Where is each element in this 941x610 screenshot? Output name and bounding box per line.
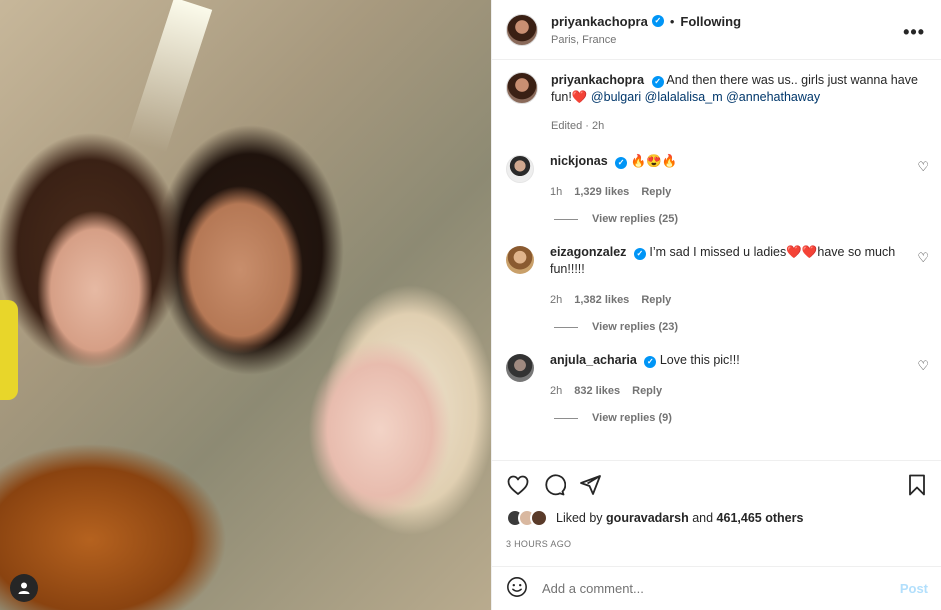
caption-edited-time: Edited · 2h [551, 120, 605, 132]
view-replies-button[interactable]: View replies (9) [492, 412, 941, 424]
comment-likes[interactable]: 1,382 likes [574, 292, 629, 309]
view-replies-button[interactable]: View replies (23) [492, 321, 941, 333]
like-comment-heart-icon[interactable]: ♡ [917, 250, 929, 266]
divider-line [554, 326, 578, 328]
caption-author-avatar[interactable] [506, 72, 538, 104]
mention-link[interactable]: @bulgari [591, 90, 641, 104]
verified-badge-icon: ✓ [644, 356, 657, 368]
post-sidebar: priyankachopra ✓ • Following Paris, Fran… [491, 0, 941, 610]
post-header: priyankachopra ✓ • Following Paris, Fran… [492, 0, 941, 60]
header-separator: • [669, 13, 675, 29]
reply-button[interactable]: Reply [632, 383, 662, 400]
comment-input[interactable] [542, 581, 900, 596]
commenter-username[interactable]: eizagonzalez [550, 245, 626, 259]
user-icon [18, 582, 30, 594]
post-photo[interactable] [0, 0, 491, 610]
share-send-icon[interactable] [578, 473, 602, 497]
author-username[interactable]: priyankachopra [551, 14, 648, 29]
likes-count[interactable]: 461,465 others [717, 511, 804, 525]
comment-bubble-icon[interactable] [542, 473, 566, 497]
like-comment-heart-icon[interactable]: ♡ [917, 358, 929, 374]
like-heart-icon[interactable] [506, 473, 530, 497]
mention-link[interactable]: @annehathaway [726, 90, 820, 104]
liked-by-and: and [692, 511, 714, 525]
divider-line [554, 417, 578, 419]
post-comment-button[interactable]: Post [900, 581, 928, 596]
liker-username[interactable]: gouravadarsh [606, 511, 689, 525]
following-button[interactable]: Following [680, 14, 741, 29]
liker-avatar[interactable] [530, 509, 548, 527]
likes-summary: Liked by gouravadarsh and 461,465 others [506, 509, 928, 527]
like-comment-heart-icon[interactable]: ♡ [917, 159, 929, 175]
mention-link[interactable]: @lalalalisa_m [645, 90, 723, 104]
heart-emoji: ❤️ [571, 90, 588, 104]
post-modal: priyankachopra ✓ • Following Paris, Fran… [0, 0, 941, 610]
comment-text: 🔥😍🔥 [630, 154, 678, 168]
commenter-avatar[interactable] [506, 354, 534, 382]
bookmark-icon[interactable] [906, 473, 928, 497]
caption: priyankachopra ✓ And then there was us..… [492, 60, 941, 135]
light-glare [127, 0, 213, 153]
commenter-username[interactable]: anjula_acharia [550, 353, 637, 367]
comment-likes[interactable]: 1,329 likes [574, 184, 629, 201]
post-timestamp[interactable]: 3 HOURS AGO [506, 539, 928, 549]
verified-badge-icon: ✓ [651, 15, 664, 27]
verified-badge-icon: ✓ [651, 76, 664, 88]
verified-badge-icon: ✓ [615, 157, 628, 169]
comment-likes[interactable]: 832 likes [574, 383, 620, 400]
comment-time[interactable]: 2h [550, 292, 562, 309]
comment: nickjonas ✓ 🔥😍🔥 1h 1,329 likes Reply ♡ [492, 153, 941, 201]
tagged-users-button[interactable] [10, 574, 38, 602]
commenter-avatar[interactable] [506, 246, 534, 274]
add-comment-bar: Post [492, 566, 941, 610]
post-actions: Liked by gouravadarsh and 461,465 others… [492, 460, 941, 559]
location-link[interactable]: Paris, France [551, 34, 741, 46]
author-avatar[interactable] [506, 13, 538, 46]
more-horizontal-icon[interactable]: ••• [903, 22, 925, 43]
reply-button[interactable]: Reply [641, 292, 671, 309]
commenter-avatar[interactable] [506, 155, 534, 183]
comment-time[interactable]: 1h [550, 184, 562, 201]
view-replies-button[interactable]: View replies (25) [492, 213, 941, 225]
verified-badge-icon: ✓ [633, 248, 646, 260]
reply-button[interactable]: Reply [641, 184, 671, 201]
liked-by-prefix: Liked by [556, 511, 603, 525]
yellow-garment [0, 300, 18, 400]
caption-username[interactable]: priyankachopra [551, 73, 644, 87]
comment-time[interactable]: 2h [550, 383, 562, 400]
divider-line [554, 218, 578, 220]
emoji-smiley-icon[interactable] [506, 576, 528, 601]
comment: eizagonzalez ✓ I’m sad I missed u ladies… [492, 244, 941, 309]
comment: anjula_acharia ✓ Love this pic!!! 2h 832… [492, 352, 941, 400]
commenter-username[interactable]: nickjonas [550, 154, 608, 168]
comment-text: Love this pic!!! [659, 353, 740, 367]
